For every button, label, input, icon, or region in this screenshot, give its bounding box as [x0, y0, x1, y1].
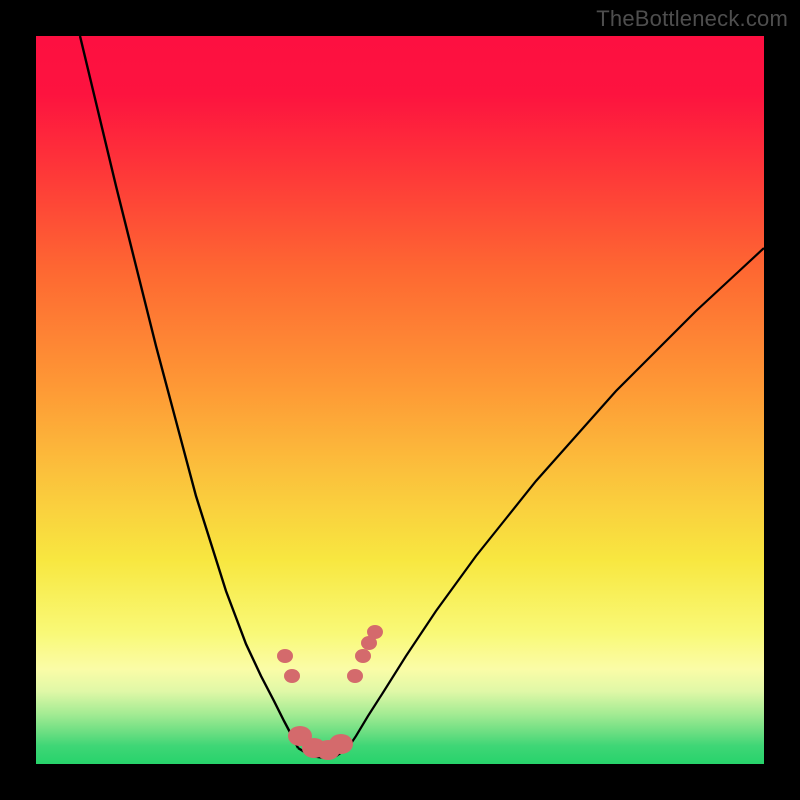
marker-group-small [277, 625, 383, 683]
plot-area [36, 36, 764, 764]
marker-small [284, 669, 300, 683]
marker-small [347, 669, 363, 683]
marker-small [367, 625, 383, 639]
marker-small [277, 649, 293, 663]
curve-right [348, 248, 764, 748]
marker-group-large [288, 726, 353, 760]
curve-svg [36, 36, 764, 764]
chart-frame: TheBottleneck.com [0, 0, 800, 800]
curve-left [80, 36, 298, 748]
watermark-text: TheBottleneck.com [596, 6, 788, 32]
marker-small [355, 649, 371, 663]
marker-large [329, 734, 353, 754]
